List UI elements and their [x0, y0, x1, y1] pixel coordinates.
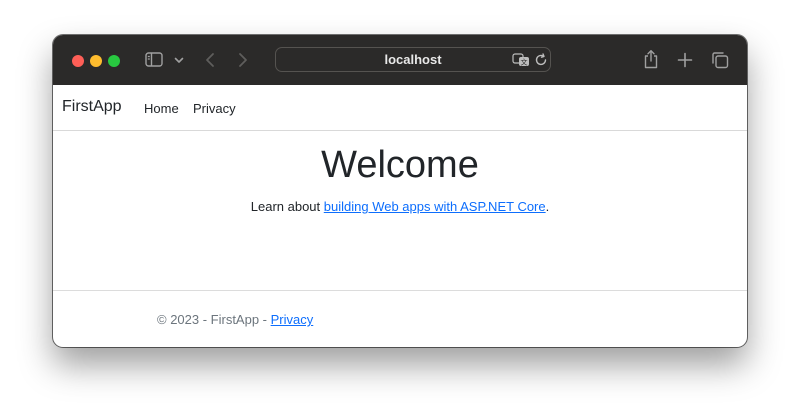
docs-link[interactable]: building Web apps with ASP.NET Core [324, 199, 546, 214]
footer-copyright: © 2023 - FirstApp - [157, 312, 271, 327]
share-icon[interactable] [643, 49, 659, 69]
footer-privacy-link[interactable]: Privacy [271, 312, 314, 327]
nav-link-privacy[interactable]: Privacy [193, 101, 236, 116]
page-title: Welcome [321, 144, 479, 186]
address-bar[interactable]: localhost 文 [275, 47, 551, 72]
new-tab-icon[interactable] [677, 52, 693, 68]
browser-window: localhost 文 FirstApp Home Privacy Welcom… [53, 35, 747, 347]
lead-suffix: . [545, 199, 550, 214]
close-window-button[interactable] [72, 55, 84, 67]
url-text[interactable]: localhost [276, 48, 550, 71]
minimize-window-button[interactable] [90, 55, 102, 67]
sidebar-toggle-icon[interactable] [145, 52, 163, 67]
back-icon[interactable] [205, 52, 215, 68]
zoom-window-button[interactable] [108, 55, 120, 67]
forward-icon[interactable] [238, 52, 248, 68]
translate-icon[interactable]: 文 [512, 53, 530, 67]
lead-paragraph: Learn about building Web apps with ASP.N… [53, 199, 747, 214]
lead-prefix: Learn about [250, 199, 324, 214]
site-navbar: FirstApp Home Privacy [53, 85, 747, 131]
svg-text:文: 文 [521, 58, 528, 67]
footer: © 2023 - FirstApp - Privacy [157, 312, 313, 327]
tab-overview-icon[interactable] [711, 51, 729, 69]
chevron-down-icon[interactable] [174, 57, 184, 64]
footer-divider [53, 290, 747, 291]
reload-icon[interactable] [534, 53, 548, 67]
brand-link[interactable]: FirstApp [62, 98, 122, 116]
browser-toolbar: localhost 文 [53, 35, 747, 85]
nav-link-home[interactable]: Home [144, 101, 179, 116]
